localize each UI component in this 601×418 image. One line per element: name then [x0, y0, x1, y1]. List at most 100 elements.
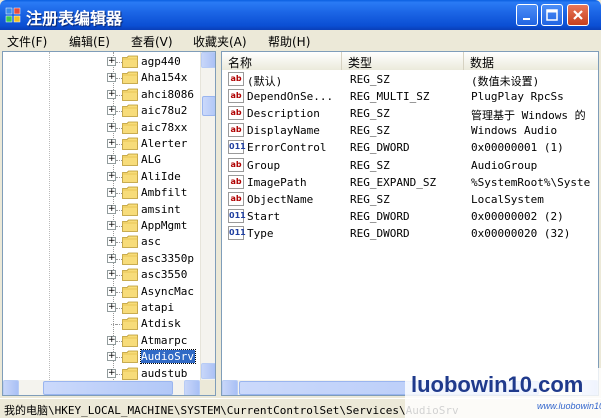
scroll-up-button[interactable]	[201, 52, 215, 68]
scroll-right-button[interactable]	[184, 380, 200, 395]
expand-toggle[interactable]: +	[107, 57, 116, 66]
maximize-button[interactable]	[541, 4, 563, 26]
value-name: Description	[247, 107, 320, 121]
tree-item[interactable]: + aic78xx	[107, 120, 201, 136]
tree-item[interactable]: + AliIde	[107, 169, 201, 185]
tree-item-label: ahci8086	[141, 87, 194, 101]
menu-edit[interactable]: 编辑(E)	[69, 33, 110, 50]
list-header: 名称 类型 数据	[222, 52, 598, 70]
expand-toggle[interactable]: +	[107, 155, 116, 165]
minimize-button[interactable]	[516, 4, 538, 26]
string-value-icon: ab	[228, 157, 244, 172]
value-row[interactable]: ab ObjectName REG_SZ LocalSystem	[222, 191, 598, 208]
tree-item-label: Ambfilt	[141, 186, 188, 200]
tree-item[interactable]: + AppMgmt	[107, 218, 201, 234]
expand-toggle[interactable]: +	[107, 188, 116, 198]
column-header-name[interactable]: 名称	[222, 52, 342, 70]
menu-help[interactable]: 帮助(H)	[268, 33, 310, 50]
expand-toggle[interactable]: +	[107, 335, 116, 345]
tree-item[interactable]: + ahci8086	[107, 87, 201, 103]
value-row[interactable]: ab DependOnSe... REG_MULTI_SZ PlugPlay RpcS…	[222, 88, 598, 105]
scroll-thumb[interactable]	[43, 381, 173, 395]
tree-item[interactable]: + Atmarpc	[107, 333, 201, 349]
tree-item-label: asc	[141, 235, 161, 249]
value-type: REG_SZ	[350, 107, 390, 121]
expand-toggle[interactable]: +	[107, 303, 116, 312]
expand-toggle[interactable]: +	[107, 221, 116, 230]
folder-icon	[122, 55, 138, 68]
value-row[interactable]: 011 Start REG_DWORD 0x00000002 (2)	[222, 208, 598, 225]
string-value-icon: ab	[228, 106, 244, 121]
column-header-type[interactable]: 类型	[342, 52, 464, 70]
menu-favorites[interactable]: 收藏夹(A)	[193, 33, 247, 50]
folder-icon	[122, 219, 138, 232]
folder-icon	[122, 235, 138, 249]
expand-toggle[interactable]: +	[107, 73, 116, 83]
folder-icon	[122, 203, 138, 216]
expand-toggle[interactable]: +	[107, 106, 116, 116]
value-row[interactable]: ab Group REG_SZ AudioGroup	[222, 157, 598, 174]
watermark-sub: www.luobowin10.com	[537, 401, 601, 411]
tree-item-label: amsint	[141, 202, 181, 216]
value-type: REG_EXPAND_SZ	[350, 175, 437, 189]
expand-toggle[interactable]: +	[107, 270, 116, 280]
tree-horizontal-scrollbar[interactable]	[3, 380, 200, 395]
value-type: REG_DWORD	[350, 226, 410, 240]
tree-item[interactable]: + agp440	[107, 54, 201, 70]
folder-icon	[122, 252, 138, 265]
tree-item[interactable]: + asc3550	[107, 267, 201, 283]
scroll-left-button[interactable]	[222, 380, 238, 395]
value-row[interactable]: ab DisplayName REG_SZ Windows Audio	[222, 122, 598, 139]
folder-icon	[122, 334, 138, 347]
tree-item[interactable]: + AsyncMac	[107, 284, 201, 300]
tree-item[interactable]: + asc	[107, 234, 201, 250]
value-row[interactable]: ab Description REG_SZ 管理基于 Windows 的	[222, 105, 598, 122]
value-row[interactable]: ab (默认) REG_SZ (数值未设置)	[222, 71, 598, 88]
close-button[interactable]	[567, 4, 589, 26]
tree-item[interactable]: + asc3350p	[107, 251, 201, 267]
tree-item-label: agp440	[141, 55, 181, 68]
menu-view[interactable]: 查看(V)	[131, 33, 173, 50]
string-value-icon: ab	[228, 89, 244, 104]
tree-item[interactable]: Atdisk	[107, 316, 201, 332]
value-data: 0x00000001 (1)	[471, 141, 564, 155]
tree-item-label: AudioSrv	[140, 349, 196, 365]
scroll-down-button[interactable]	[201, 363, 215, 379]
minimize-icon	[523, 18, 530, 20]
scroll-thumb[interactable]	[202, 96, 215, 116]
tree-item-label: asc3550	[141, 268, 188, 282]
menu-file[interactable]: 文件(F)	[7, 33, 47, 50]
tree-item[interactable]: + atapi	[107, 300, 201, 316]
value-data: AudioGroup	[471, 158, 538, 172]
tree-item[interactable]: + amsint	[107, 202, 201, 218]
expand-toggle[interactable]: +	[107, 122, 116, 132]
expand-toggle[interactable]: +	[107, 204, 116, 214]
expand-toggle[interactable]: +	[107, 171, 116, 181]
value-data: (数值未设置)	[471, 75, 540, 88]
tree-item[interactable]: + ALG	[107, 152, 201, 168]
column-header-data[interactable]: 数据	[464, 52, 598, 70]
value-row[interactable]: 011 ErrorControl REG_DWORD 0x00000001 (1)	[222, 139, 598, 156]
expand-toggle[interactable]: +	[107, 352, 116, 362]
scroll-left-button[interactable]	[3, 380, 19, 395]
tree-item[interactable]: + Alerter	[107, 136, 201, 152]
expand-toggle[interactable]: +	[107, 368, 116, 378]
tree-vertical-scrollbar[interactable]	[200, 52, 215, 380]
expand-toggle[interactable]: +	[107, 139, 116, 148]
string-value-icon: ab	[228, 174, 244, 189]
value-row[interactable]: 011 Type REG_DWORD 0x00000020 (32)	[222, 225, 598, 242]
expand-toggle[interactable]: +	[107, 286, 116, 296]
title-bar[interactable]: 注册表编辑器	[0, 0, 601, 30]
value-row[interactable]: ab ImagePath REG_EXPAND_SZ %SystemRoot%\Sys…	[222, 174, 598, 191]
tree-item[interactable]: + Aha154x	[107, 70, 201, 86]
key-tree[interactable]: + agp440 + Aha154x + ahci8086 + aic78u2 + aic78xx…	[2, 51, 216, 396]
expand-toggle[interactable]: +	[107, 237, 116, 247]
tree-item[interactable]: + aic78u2	[107, 103, 201, 119]
binary-value-icon: 011	[228, 140, 246, 155]
tree-item[interactable]: + AudioSrv	[107, 349, 201, 365]
values-list[interactable]: 名称 类型 数据 ab (默认) REG_SZ (数值未设置) ab DependOnSe…	[221, 51, 599, 396]
expand-toggle[interactable]: +	[107, 89, 116, 99]
tree-item[interactable]: + Ambfilt	[107, 185, 201, 201]
expand-toggle[interactable]: +	[107, 253, 116, 263]
value-type: REG_MULTI_SZ	[350, 90, 430, 104]
